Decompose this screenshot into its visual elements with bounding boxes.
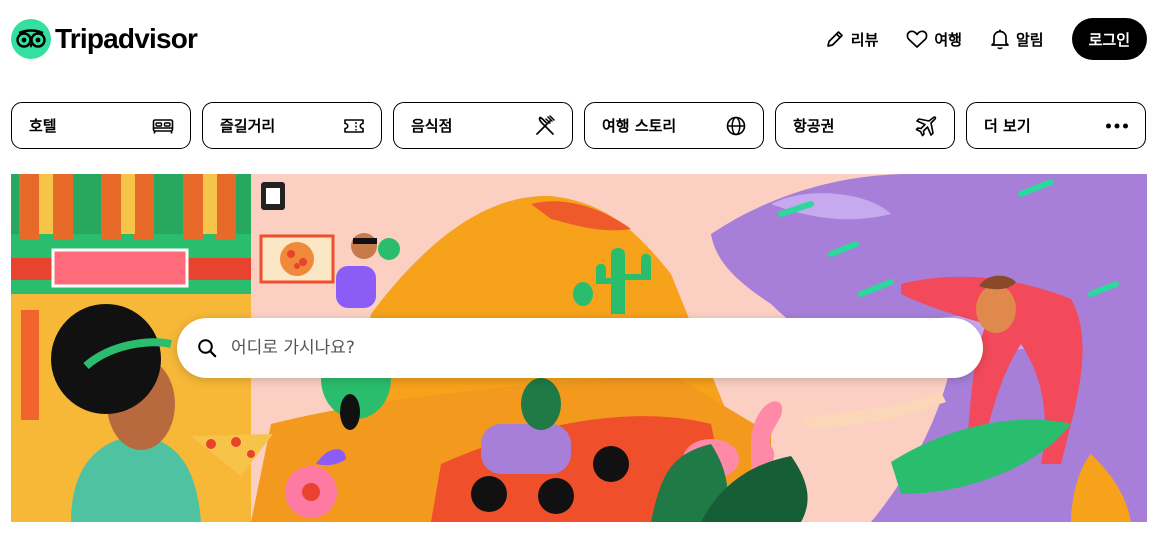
top-nav: 리뷰 여행 알림 로그인 [825,18,1147,60]
more-dots-icon [1106,123,1128,128]
category-hotels-label: 호텔 [29,117,57,135]
nav-reviews-label: 리뷰 [850,30,879,49]
nav-alerts[interactable]: 알림 [990,18,1044,60]
pencil-icon [826,31,843,47]
category-flights-label: 항공권 [793,117,835,135]
ticket-icon [344,118,364,133]
nav-trips[interactable]: 여행 [906,18,962,60]
globe-icon [726,116,746,135]
nav-trips-label: 여행 [934,30,962,49]
search-bar[interactable] [177,318,983,378]
utensils-icon [536,114,555,135]
owl-logo-icon [11,19,51,59]
category-travel-stories[interactable]: 여행 스토리 [584,102,764,149]
heart-icon [906,30,928,48]
category-more[interactable]: 더 보기 [966,102,1146,149]
bell-icon [991,29,1009,50]
tripadvisor-logo[interactable]: Tripadvisor [11,19,198,59]
bed-icon [152,118,174,133]
category-things-to-do-label: 즐길거리 [220,117,276,135]
brand-name: Tripadvisor [55,23,198,54]
category-more-label: 더 보기 [984,117,1031,135]
nav-alerts-label: 알림 [1015,30,1044,49]
search-input[interactable] [231,338,931,358]
category-flights[interactable]: 항공권 [775,102,955,149]
category-travel-stories-label: 여행 스토리 [602,117,677,135]
category-restaurants-label: 음식점 [411,117,453,135]
category-hotels[interactable]: 호텔 [11,102,191,149]
plane-icon [915,115,937,136]
category-restaurants[interactable]: 음식점 [393,102,573,149]
login-button[interactable]: 로그인 [1071,18,1147,60]
category-things-to-do[interactable]: 즐길거리 [202,102,382,149]
category-bar: 호텔 즐길거리 음식점 여행 스토리 항공권 더 보기 [11,102,1146,149]
search-icon [198,339,217,358]
header: Tripadvisor 리뷰 여행 알림 로그인 [0,0,1165,80]
nav-reviews[interactable]: 리뷰 [825,18,879,60]
